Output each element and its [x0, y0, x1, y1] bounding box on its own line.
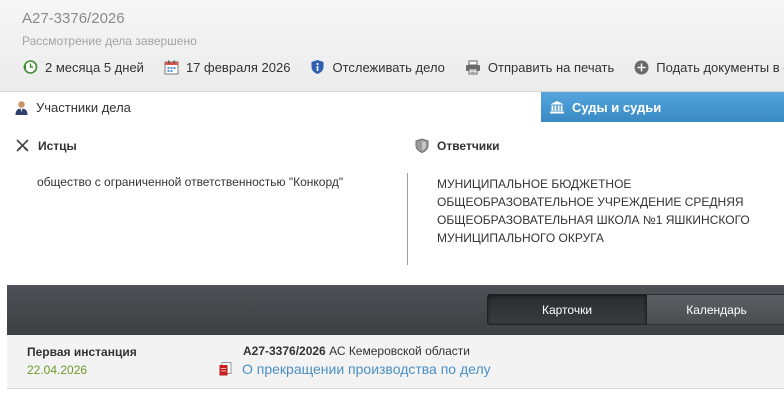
view-toolbar: Карточки Календарь — [7, 285, 784, 335]
track-case-button[interactable]: Отслеживать дело — [310, 59, 445, 75]
plaintiff-name: общество с ограниченной ответственностью… — [37, 175, 344, 189]
shield-icon — [415, 138, 429, 153]
duration-info: 2 месяца 5 дней — [22, 59, 144, 75]
clock-back-icon — [23, 60, 38, 74]
instance-row: Первая инстанция 22.04.2026 А27-3376/202… — [7, 335, 784, 389]
plus-circle-icon — [634, 60, 649, 74]
defendants-heading: Ответчики — [415, 138, 500, 153]
instance-date: 22.04.2026 — [27, 363, 88, 377]
case-status: Рассмотрение дела завершено — [22, 34, 197, 48]
tab-bar: Участники дела Суды и судьи — [0, 92, 784, 122]
case-header: А27-3376/2026 Рассмотрение дела завершен… — [0, 0, 784, 92]
cards-view-button[interactable]: Карточки — [487, 294, 647, 325]
case-number: А27-3376/2026 — [22, 10, 125, 27]
person-icon — [15, 100, 28, 115]
print-label: Отправить на печать — [487, 59, 615, 75]
print-button[interactable]: Отправить на печать — [465, 60, 614, 75]
tab-participants[interactable]: Участники дела — [0, 92, 541, 122]
shield-info-icon — [311, 60, 324, 74]
instance-court: АС Кемеровской области — [329, 344, 470, 358]
instance-document: О прекращении производства по делу — [219, 361, 491, 377]
courthouse-icon — [550, 101, 564, 114]
tab-courts-label: Суды и судьи — [572, 99, 662, 115]
plaintiffs-title: Истцы — [38, 138, 77, 153]
participants-divider — [407, 173, 408, 265]
submit-documents-label: Подать документы в суд — [656, 59, 784, 75]
view-toggle: Карточки Календарь — [487, 294, 784, 325]
instance-label: Первая инстанция — [27, 345, 137, 359]
pdf-document-icon — [219, 362, 232, 376]
duration-text: 2 месяца 5 дней — [45, 59, 144, 75]
instance-case: А27-3376/2026 АС Кемеровской области — [243, 344, 470, 358]
date-info: 17 февраля 2026 — [164, 59, 291, 75]
submit-documents-button[interactable]: Подать документы в суд — [634, 60, 784, 75]
defendant-name: МУНИЦИПАЛЬНОЕ БЮДЖЕТНОЕ ОБЩЕОБРАЗОВАТЕЛЬ… — [437, 177, 750, 245]
tab-participants-label: Участники дела — [36, 99, 131, 115]
instance-case-number: А27-3376/2026 — [243, 344, 326, 358]
case-toolbar: 2 месяца 5 дней 17 февраля 2026 Отслежив… — [22, 59, 784, 75]
date-text: 17 февраля 2026 — [185, 59, 291, 75]
instance-document-link[interactable]: О прекращении производства по делу — [242, 361, 491, 377]
calendar-icon — [164, 60, 179, 74]
calendar-view-button[interactable]: Календарь — [647, 294, 784, 325]
defendants-title: Ответчики — [437, 138, 500, 153]
printer-icon — [465, 60, 480, 74]
tab-courts[interactable]: Суды и судьи — [541, 92, 784, 122]
plaintiffs-heading: Истцы — [15, 138, 77, 153]
crossed-swords-icon — [16, 139, 29, 152]
track-case-label: Отслеживать дело — [332, 59, 445, 75]
